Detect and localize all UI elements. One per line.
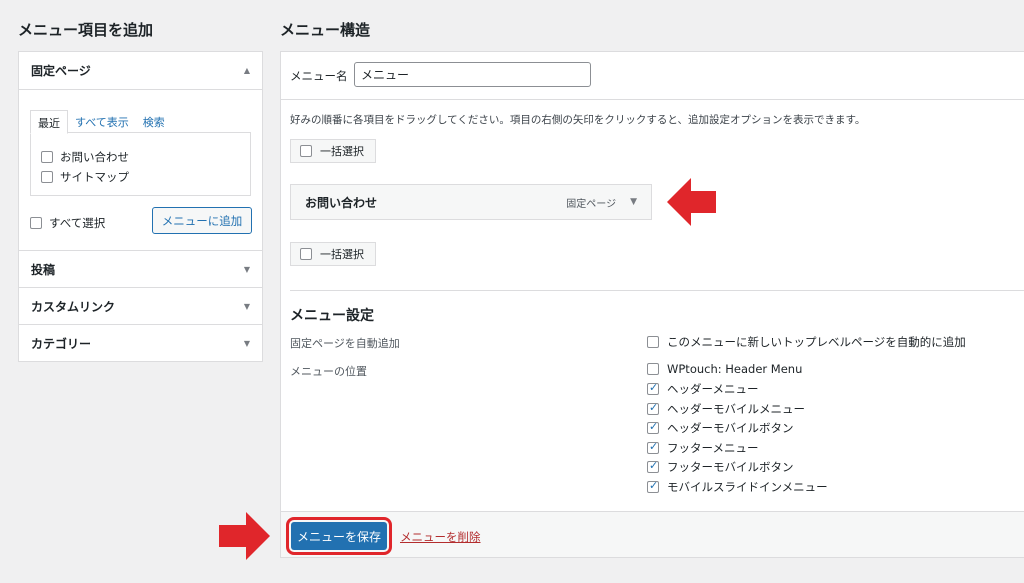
tab-search[interactable]: 検索 (136, 110, 172, 132)
tab-recent[interactable]: 最近 (30, 110, 68, 134)
location-item-header-mobile-menu[interactable]: ヘッダーモバイルメニュー (647, 401, 805, 417)
menu-item-name: お問い合わせ (305, 195, 378, 210)
triangle-up-icon: ▲ (243, 66, 250, 75)
location-item-header-mobile-button[interactable]: ヘッダーモバイルボタン (647, 420, 794, 436)
select-all[interactable]: すべて選択 (30, 215, 105, 231)
location-checkbox[interactable] (647, 459, 659, 473)
location-label: フッターモバイルボタン (667, 460, 794, 474)
location-checkbox[interactable] (647, 401, 659, 415)
location-item-footer[interactable]: フッターメニュー (647, 440, 759, 456)
location-item-slide-in[interactable]: モバイルスライドインメニュー (647, 479, 828, 495)
bulk-select-checkbox[interactable] (300, 145, 312, 157)
location-item-header[interactable]: ヘッダーメニュー (647, 381, 759, 397)
fixed-pages-tabs: 最近 すべて表示 検索 (30, 110, 172, 134)
location-checkbox[interactable] (647, 363, 659, 375)
red-arrow-icon (667, 178, 716, 226)
accordion-title: カテゴリー (31, 336, 92, 351)
accordion-categories[interactable]: カテゴリー ▼ (19, 324, 262, 361)
location-label: ヘッダーモバイルメニュー (667, 402, 805, 416)
instructions-text: 好みの順番に各項目をドラッグしてください。項目の右側の矢印をクリックすると、追加… (290, 114, 866, 126)
location-label: フッターメニュー (667, 441, 759, 455)
divider (19, 89, 262, 90)
save-menu-button[interactable]: メニューを保存 (286, 517, 392, 555)
list-item-label: サイトマップ (60, 170, 129, 184)
menu-name-label: メニュー名 (290, 69, 348, 83)
bulk-select-bottom[interactable]: 一括選択 (290, 242, 376, 266)
location-checkbox[interactable] (647, 440, 659, 454)
location-label: WPtouch: Header Menu (667, 362, 803, 376)
select-all-label: すべて選択 (49, 216, 106, 230)
bulk-select-checkbox[interactable] (300, 248, 312, 260)
recent-pages-list: お問い合わせ サイトマップ (30, 132, 251, 196)
location-label: モバイルスライドインメニュー (667, 480, 828, 494)
add-to-menu-button[interactable]: メニューに追加 (152, 207, 252, 234)
auto-add-option[interactable]: このメニューに新しいトップレベルページを自動的に追加 (647, 334, 966, 350)
menu-footer: メニューを保存 メニューを削除 (281, 511, 1024, 557)
triangle-down-icon: ▼ (243, 301, 250, 311)
expand-arrow-icon[interactable]: ▼ (630, 197, 637, 207)
bulk-select-label: 一括選択 (320, 145, 364, 158)
bulk-select-top[interactable]: 一括選択 (290, 139, 376, 163)
list-item[interactable]: お問い合わせ (41, 149, 129, 165)
red-arrow-icon (219, 512, 270, 560)
accordion-fixed-pages[interactable]: 固定ページ ▲ (19, 52, 262, 89)
location-label: ヘッダーメニュー (667, 382, 759, 396)
menu-name-input[interactable]: メニュー (354, 62, 591, 87)
location-checkbox[interactable] (647, 381, 659, 395)
list-item-label: お問い合わせ (60, 150, 129, 164)
location-checkbox[interactable] (647, 420, 659, 434)
location-item-footer-mobile-button[interactable]: フッターモバイルボタン (647, 459, 794, 475)
accordion-posts[interactable]: 投稿 ▼ (19, 250, 262, 287)
menu-structure-panel: メニュー名 メニュー 好みの順番に各項目をドラッグしてください。項目の右側の矢印… (280, 51, 1024, 558)
menu-item[interactable]: お問い合わせ 固定ページ ▼ (290, 184, 652, 220)
delete-menu-link[interactable]: メニューを削除 (400, 529, 481, 545)
menu-item-type: 固定ページ (566, 198, 617, 210)
location-checkbox[interactable] (647, 479, 659, 493)
checkbox[interactable] (41, 151, 53, 163)
tab-show-all[interactable]: すべて表示 (68, 110, 136, 132)
accordion-custom-links[interactable]: カスタムリンク ▼ (19, 287, 262, 324)
select-all-checkbox[interactable] (30, 217, 42, 229)
add-menu-items-panel: 固定ページ ▲ 最近 すべて表示 検索 お問い合わせ サイトマップ すべて選択 … (18, 51, 263, 362)
triangle-down-icon: ▼ (243, 338, 250, 348)
location-label: ヘッダーモバイルボタン (667, 421, 794, 435)
divider (290, 290, 1024, 291)
accordion-title: カスタムリンク (31, 299, 116, 314)
menu-settings-title: メニュー設定 (290, 308, 374, 324)
menu-structure-heading: メニュー構造 (280, 21, 371, 39)
accordion-title: 固定ページ (31, 64, 91, 78)
list-item[interactable]: サイトマップ (41, 169, 129, 185)
accordion-title: 投稿 (31, 262, 56, 277)
menu-location-label: メニューの位置 (290, 365, 367, 378)
auto-add-label: 固定ページを自動追加 (290, 337, 400, 350)
checkbox[interactable] (41, 171, 53, 183)
add-menu-items-heading: メニュー項目を追加 (18, 21, 154, 39)
location-item-wptouch[interactable]: WPtouch: Header Menu (647, 362, 802, 376)
triangle-down-icon: ▼ (243, 264, 250, 274)
auto-add-option-label: このメニューに新しいトップレベルページを自動的に追加 (667, 335, 966, 349)
bulk-select-label: 一括選択 (320, 248, 364, 261)
auto-add-checkbox[interactable] (647, 336, 659, 348)
